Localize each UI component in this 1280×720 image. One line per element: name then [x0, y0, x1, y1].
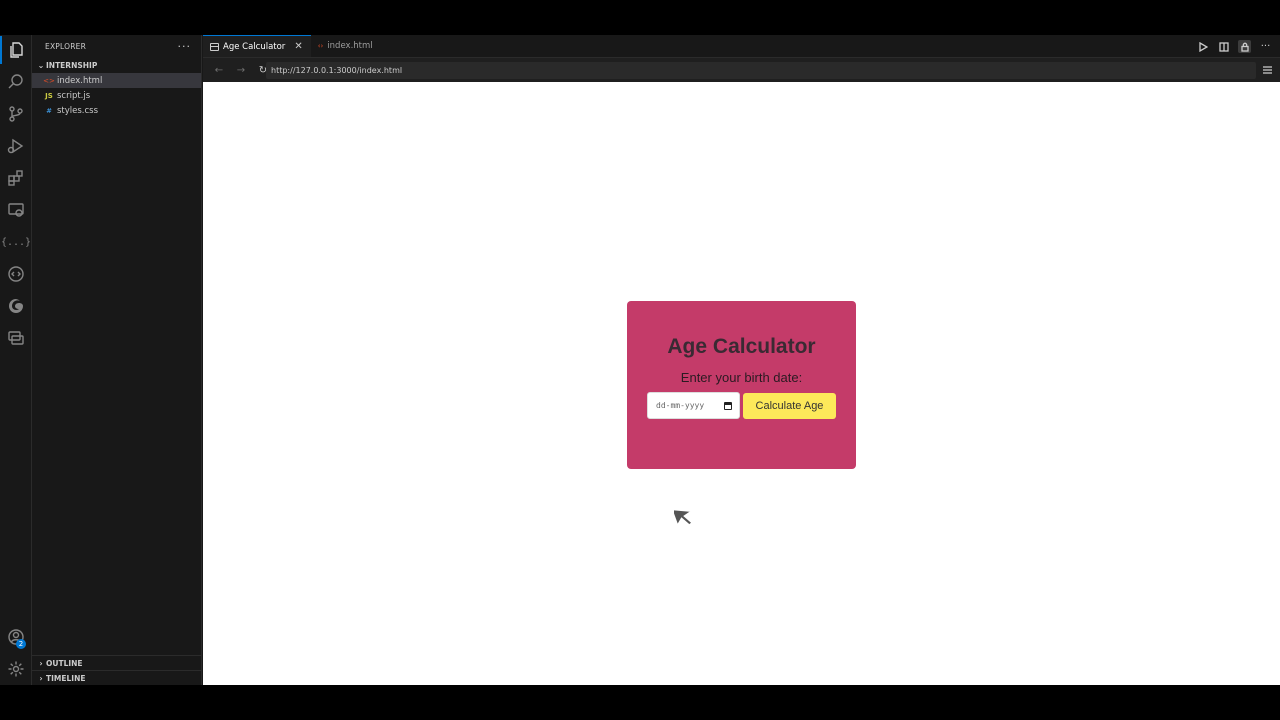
file-label: script.js — [57, 90, 91, 101]
outline-label: OUTLINE — [46, 658, 83, 668]
live-share-icon[interactable] — [0, 260, 32, 288]
file-label: styles.css — [57, 105, 99, 116]
birth-date-input[interactable]: dd-mm-yyyy — [647, 392, 740, 419]
forward-icon[interactable]: → — [230, 61, 252, 79]
file-label: index.html — [57, 75, 103, 86]
preview-icon — [210, 42, 219, 51]
menu-icon[interactable] — [1260, 63, 1274, 77]
split-editor-icon[interactable] — [1217, 40, 1230, 53]
explorer-sidebar: EXPLORER ··· ⌄ INTERNSHIP <> index.html … — [32, 35, 202, 685]
file-styles-css[interactable]: # styles.css — [32, 103, 201, 118]
chevron-down-icon: ⌄ — [37, 60, 45, 70]
mouse-cursor-icon — [674, 509, 693, 526]
tab-age-calculator[interactable]: Age Calculator ✕ — [203, 35, 311, 57]
json-icon[interactable]: {...} — [0, 228, 32, 256]
css-file-icon: # — [46, 106, 52, 115]
more-actions-icon[interactable]: ··· — [178, 40, 192, 53]
edge-icon[interactable] — [0, 292, 32, 320]
vscode-window: {...} 2 EXPLORER ··· ⌄ INTERNSHIP <> ind… — [0, 35, 1280, 685]
html-file-icon: ‹› — [317, 42, 324, 50]
explorer-header: EXPLORER ··· — [32, 35, 201, 57]
html-file-icon: <> — [43, 76, 55, 85]
lock-icon[interactable] — [1238, 40, 1251, 53]
tab-label: index.html — [327, 41, 373, 51]
file-script-js[interactable]: JS script.js — [32, 88, 201, 103]
url-input[interactable]: http://127.0.0.1:3000/index.html — [266, 61, 1256, 79]
tab-label: Age Calculator — [223, 41, 286, 52]
letterbox-top — [0, 0, 1280, 35]
date-placeholder: dd-mm-yyyy — [656, 401, 705, 410]
explorer-title: EXPLORER — [45, 41, 86, 51]
chat-icon[interactable] — [0, 324, 32, 352]
timeline-label: TIMELINE — [46, 673, 86, 683]
birth-date-label: Enter your birth date: — [680, 370, 803, 385]
page-title: Age Calculator — [667, 335, 816, 358]
extensions-icon[interactable] — [0, 164, 32, 192]
browser-navbar: ← → ↻ http://127.0.0.1:3000/index.html — [203, 58, 1280, 82]
accounts-badge: 2 — [16, 639, 26, 649]
search-icon[interactable] — [0, 68, 32, 96]
timeline-section[interactable]: › TIMELINE — [32, 670, 202, 685]
calendar-icon[interactable] — [724, 402, 732, 410]
run-debug-icon[interactable] — [0, 132, 32, 160]
accounts-icon[interactable]: 2 — [0, 623, 32, 651]
chevron-right-icon: › — [39, 673, 43, 683]
js-file-icon: JS — [45, 91, 53, 100]
source-control-icon[interactable] — [0, 100, 32, 128]
activity-bar: {...} 2 — [0, 35, 32, 685]
editor-area: Age Calculator ✕ ‹› index.html ··· ← → ↻… — [203, 35, 1280, 685]
input-row: dd-mm-yyyy Calculate Age — [627, 392, 856, 419]
more-actions-icon[interactable]: ··· — [1259, 40, 1272, 53]
explorer-icon[interactable] — [0, 36, 32, 64]
tab-bar: Age Calculator ✕ ‹› index.html ··· — [203, 35, 1280, 58]
file-index-html[interactable]: <> index.html — [32, 73, 201, 88]
letterbox-bottom — [0, 685, 1280, 720]
remote-explorer-icon[interactable] — [0, 196, 32, 224]
back-icon[interactable]: ← — [208, 61, 230, 79]
tab-index-html[interactable]: ‹› index.html — [311, 35, 381, 57]
close-icon[interactable]: ✕ — [294, 41, 302, 52]
age-calculator-card: Age Calculator Enter your birth date: dd… — [627, 301, 856, 469]
outline-section[interactable]: › OUTLINE — [32, 655, 202, 670]
run-icon[interactable] — [1196, 40, 1209, 53]
gear-icon[interactable] — [0, 655, 32, 683]
browser-viewport: Age Calculator Enter your birth date: dd… — [203, 82, 1280, 685]
editor-actions: ··· — [1196, 35, 1272, 58]
folder-label: INTERNSHIP — [46, 60, 98, 70]
folder-internship[interactable]: ⌄ INTERNSHIP — [32, 57, 201, 73]
calculate-age-button[interactable]: Calculate Age — [743, 392, 836, 419]
chevron-right-icon: › — [39, 658, 43, 668]
